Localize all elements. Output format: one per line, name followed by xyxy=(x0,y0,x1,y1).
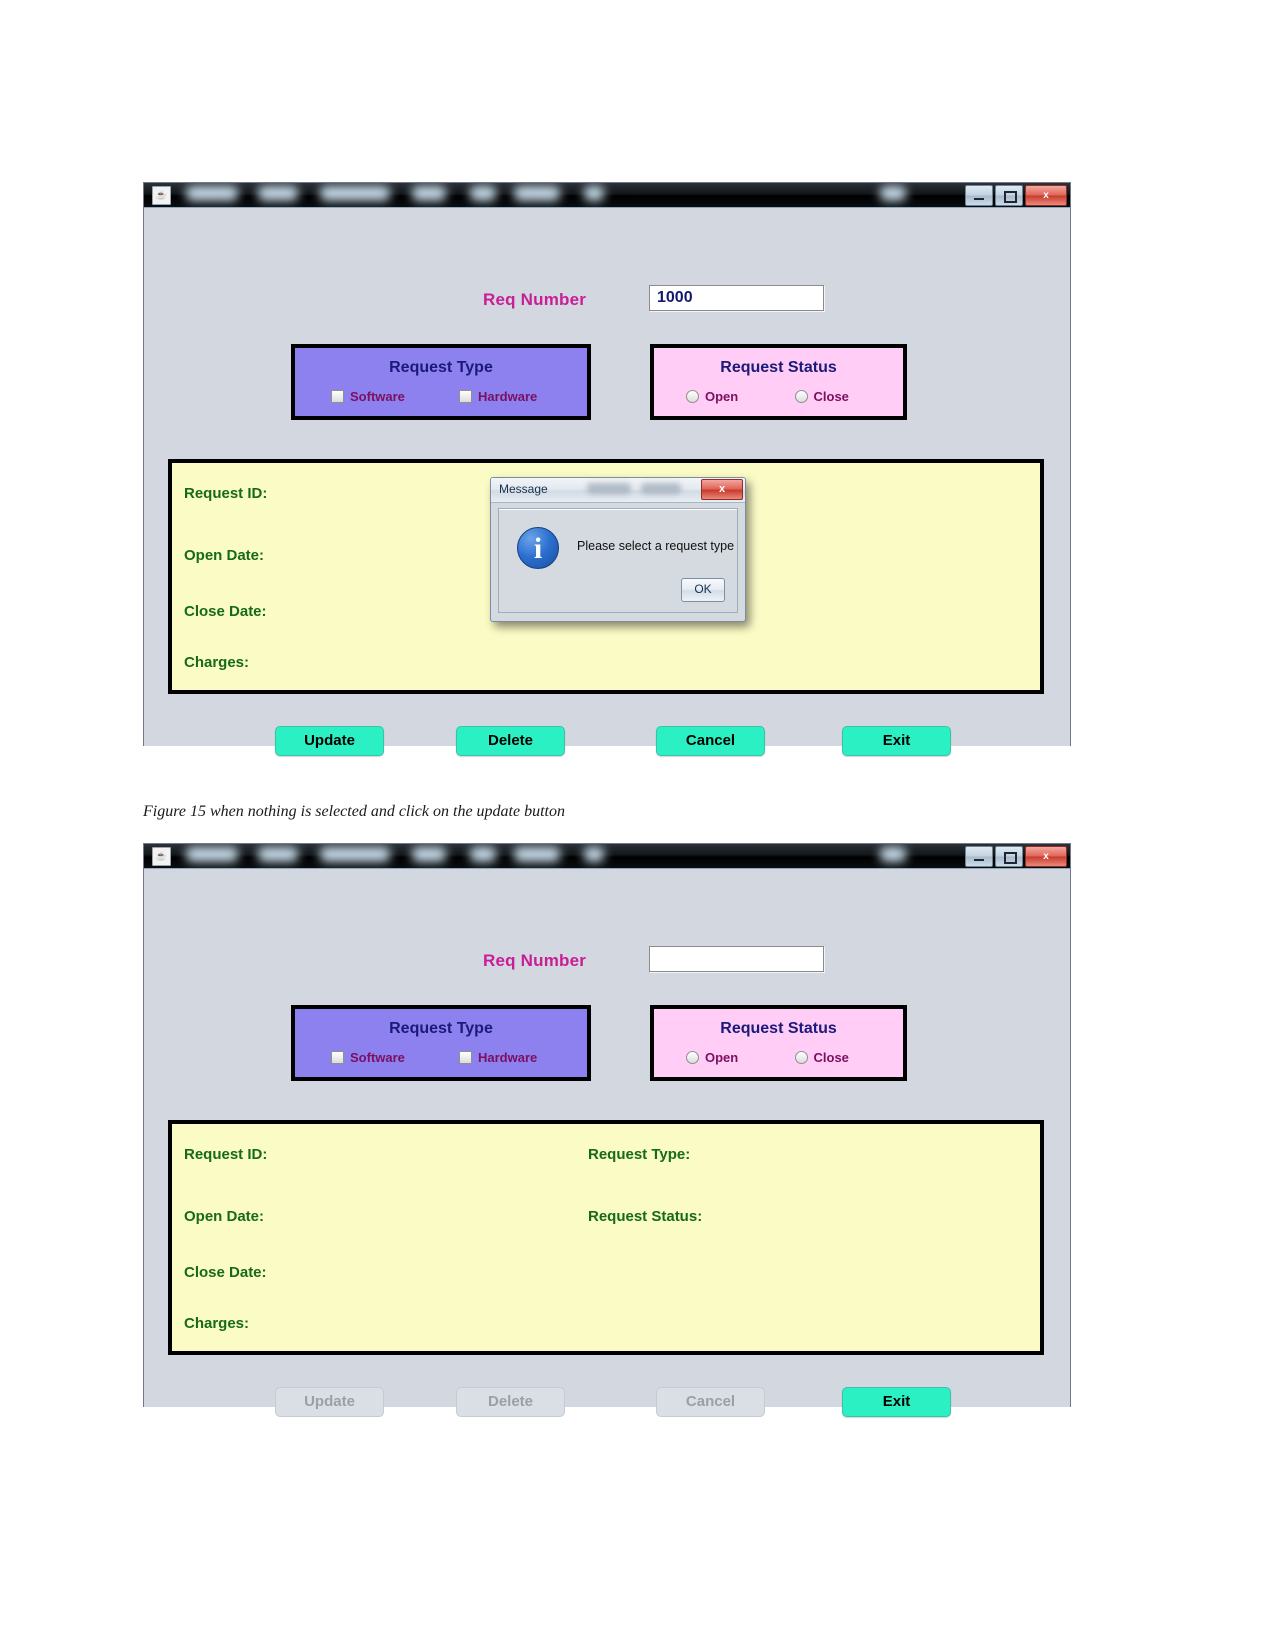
update-button-one[interactable]: Update xyxy=(275,726,384,756)
radio-open-label: Open xyxy=(705,389,739,404)
request-type-title: Request Type xyxy=(389,359,493,376)
request-status-title: Request Status xyxy=(720,359,837,376)
application-window-two: ☕ x Req Number Request Type Software Har… xyxy=(143,843,1071,1417)
detail-label-charges-two: Charges: xyxy=(184,1315,250,1332)
maximize-button-one[interactable] xyxy=(995,185,1023,206)
checkbox-hardware[interactable]: Hardware xyxy=(459,389,587,404)
application-window-one: ☕ x Req Number Request Type xyxy=(143,182,1071,756)
minimize-button-two[interactable] xyxy=(965,846,993,867)
exit-button-one[interactable]: Exit xyxy=(842,726,951,756)
window-one-content: Req Number Request Type Software Hardwar… xyxy=(144,208,1070,756)
maximize-icon xyxy=(1004,852,1017,864)
cancel-button-one[interactable]: Cancel xyxy=(656,726,765,756)
radio-close-circle-two[interactable] xyxy=(794,1051,808,1064)
checkbox-software-two[interactable]: Software xyxy=(295,1050,459,1065)
request-type-panel: Request Type Software Hardware xyxy=(291,344,591,420)
message-dialog-title: Message xyxy=(499,482,548,496)
window-controls-one: x xyxy=(965,185,1067,206)
window-title-two-redacted xyxy=(180,844,960,868)
delete-button-one[interactable]: Delete xyxy=(456,726,565,756)
title-bar-two[interactable]: ☕ x xyxy=(144,844,1070,869)
radio-open[interactable]: Open xyxy=(654,389,795,404)
detail-label-request-status: Request Status: xyxy=(588,1208,703,1225)
radio-close-label-two: Close xyxy=(813,1050,849,1065)
title-bar-one[interactable]: ☕ x xyxy=(144,183,1070,208)
checkbox-software[interactable]: Software xyxy=(295,389,459,404)
detail-label-close-date-two: Close Date: xyxy=(184,1264,267,1281)
radio-open-circle-two[interactable] xyxy=(686,1051,699,1064)
detail-label-request-type: Request Type: xyxy=(588,1146,691,1163)
window-title-one-redacted xyxy=(180,183,960,207)
java-app-icon: ☕ xyxy=(152,186,171,205)
maximize-button-two[interactable] xyxy=(995,846,1023,867)
request-type-title-two: Request Type xyxy=(389,1020,493,1037)
request-status-panel-two: Request Status Open Close xyxy=(650,1005,907,1081)
message-dialog-title-redacted xyxy=(587,481,707,497)
delete-button-two[interactable]: Delete xyxy=(456,1387,565,1417)
req-number-label-two: Req Number xyxy=(483,951,587,970)
req-number-input[interactable] xyxy=(649,285,824,311)
checkbox-software-box[interactable] xyxy=(331,390,344,403)
request-status-options: Open Close xyxy=(654,389,903,404)
request-type-panel-two: Request Type Software Hardware xyxy=(291,1005,591,1081)
checkbox-software-label-two: Software xyxy=(350,1050,405,1065)
maximize-icon xyxy=(1004,191,1017,203)
request-status-title-two: Request Status xyxy=(720,1020,837,1037)
checkbox-hardware-box-two[interactable] xyxy=(459,1051,472,1064)
checkbox-software-box-two[interactable] xyxy=(331,1051,344,1064)
minimize-icon xyxy=(974,198,984,200)
detail-label-request-id-two: Request ID: xyxy=(184,1146,268,1163)
detail-label-close-date: Close Date: xyxy=(184,603,267,620)
radio-open-two[interactable]: Open xyxy=(654,1050,795,1065)
message-dialog-text: Please select a request type xyxy=(577,539,735,553)
message-dialog-title-bar[interactable]: Message x xyxy=(491,478,745,503)
figure-caption: Figure 15 when nothing is selected and c… xyxy=(143,803,565,820)
minimize-icon xyxy=(974,859,984,861)
message-dialog: Message x i Please select a request type… xyxy=(490,477,746,622)
window-two-content: Req Number Request Type Software Hardwar… xyxy=(144,869,1070,1417)
radio-close[interactable]: Close xyxy=(794,389,904,404)
message-dialog-close-button[interactable]: x xyxy=(701,479,743,500)
req-number-label: Req Number xyxy=(483,290,587,309)
close-button-two[interactable]: x xyxy=(1025,846,1067,867)
exit-button-two[interactable]: Exit xyxy=(842,1387,951,1417)
checkbox-hardware-label-two: Hardware xyxy=(478,1050,538,1065)
info-icon: i xyxy=(517,527,559,569)
minimize-button-one[interactable] xyxy=(965,185,993,206)
detail-label-request-id: Request ID: xyxy=(184,485,268,502)
checkbox-hardware-two[interactable]: Hardware xyxy=(459,1050,587,1065)
checkbox-hardware-label: Hardware xyxy=(478,389,538,404)
radio-close-circle[interactable] xyxy=(794,390,808,403)
radio-close-label: Close xyxy=(813,389,849,404)
radio-open-circle[interactable] xyxy=(686,390,699,403)
checkbox-software-label: Software xyxy=(350,389,405,404)
java-app-icon-two: ☕ xyxy=(152,847,171,866)
radio-open-label-two: Open xyxy=(705,1050,739,1065)
request-type-options-two: Software Hardware xyxy=(295,1050,587,1065)
detail-label-charges: Charges: xyxy=(184,654,250,671)
update-button-two[interactable]: Update xyxy=(275,1387,384,1417)
message-dialog-body: i Please select a request type OK xyxy=(498,508,738,613)
cancel-button-two[interactable]: Cancel xyxy=(656,1387,765,1417)
req-number-input-two[interactable] xyxy=(649,946,824,972)
detail-label-open-date: Open Date: xyxy=(184,547,265,564)
message-dialog-ok-button[interactable]: OK xyxy=(681,578,725,602)
request-detail-panel-two: Request ID: Open Date: Close Date: Charg… xyxy=(168,1120,1044,1355)
radio-close-two[interactable]: Close xyxy=(794,1050,904,1065)
window-controls-two: x xyxy=(965,846,1067,867)
request-type-options: Software Hardware xyxy=(295,389,587,404)
request-status-options-two: Open Close xyxy=(654,1050,903,1065)
close-button-one[interactable]: x xyxy=(1025,185,1067,206)
checkbox-hardware-box[interactable] xyxy=(459,390,472,403)
detail-label-open-date-two: Open Date: xyxy=(184,1208,265,1225)
request-status-panel: Request Status Open Close xyxy=(650,344,907,420)
